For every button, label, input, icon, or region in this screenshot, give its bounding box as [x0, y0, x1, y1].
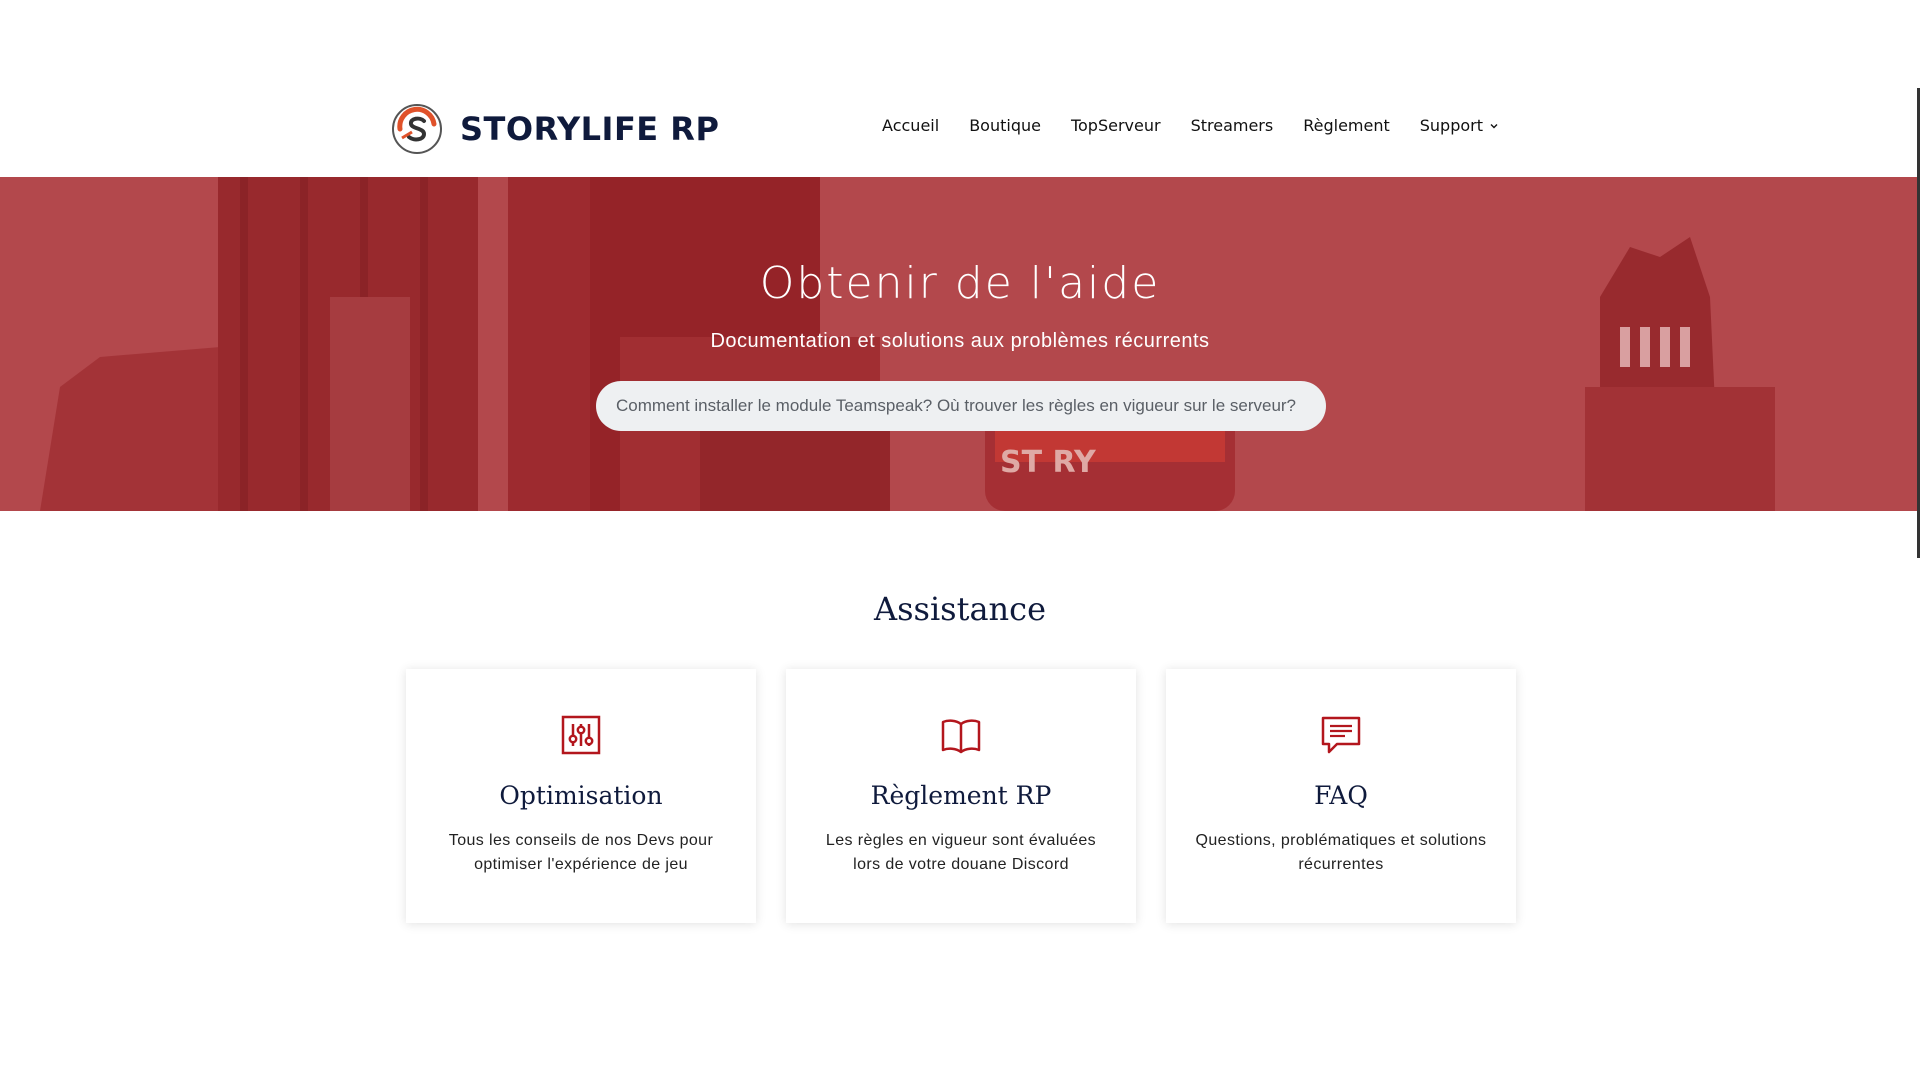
- nav-item-topserveur[interactable]: TopServeur: [1071, 116, 1161, 135]
- nav-item-reglement[interactable]: Règlement: [1303, 116, 1390, 135]
- card-reglement-rp[interactable]: Règlement RP Les règles en vigueur sont …: [786, 669, 1136, 923]
- card-description: Les règles en vigueur sont évaluées lors…: [825, 832, 1097, 873]
- card-optimisation[interactable]: Optimisation Tous les conseils de nos De…: [406, 669, 756, 923]
- card-title: Optimisation: [499, 781, 663, 810]
- site-header: STORYLIFE RP Accueil Boutique TopServeur…: [0, 0, 1920, 177]
- section-title: Assistance: [873, 590, 1046, 628]
- logo-icon: [392, 104, 442, 154]
- chat-icon: [1321, 716, 1361, 754]
- nav-item-accueil[interactable]: Accueil: [882, 116, 939, 135]
- nav-item-support[interactable]: Support: [1420, 116, 1499, 135]
- card-title: FAQ: [1314, 781, 1368, 810]
- nav-item-support-label: Support: [1419, 116, 1483, 135]
- main-nav: Accueil Boutique TopServeur Streamers Rè…: [882, 116, 1499, 135]
- card-faq[interactable]: FAQ Questions, problématiques et solutio…: [1166, 669, 1516, 923]
- hero-banner: ST RY Obtenir de l'aide Documentation et…: [0, 177, 1920, 511]
- card-description: Tous les conseils de nos Devs pour optim…: [448, 832, 714, 873]
- nav-item-streamers[interactable]: Streamers: [1191, 116, 1274, 135]
- site-name: STORYLIFE RP: [460, 110, 720, 148]
- hero-title: Obtenir de l'aide: [759, 258, 1161, 309]
- hero-subtitle: Documentation et solutions aux problèmes…: [710, 330, 1210, 352]
- search-input[interactable]: [596, 381, 1326, 431]
- site-logo[interactable]: STORYLIFE RP: [390, 102, 719, 156]
- book-icon: [941, 719, 981, 754]
- nav-item-boutique[interactable]: Boutique: [969, 116, 1041, 135]
- card-description: Questions, problématiques et solutions r…: [1195, 832, 1487, 873]
- chevron-down-icon: [1490, 123, 1498, 128]
- card-title: Règlement RP: [870, 781, 1052, 810]
- sliders-icon: [561, 715, 601, 755]
